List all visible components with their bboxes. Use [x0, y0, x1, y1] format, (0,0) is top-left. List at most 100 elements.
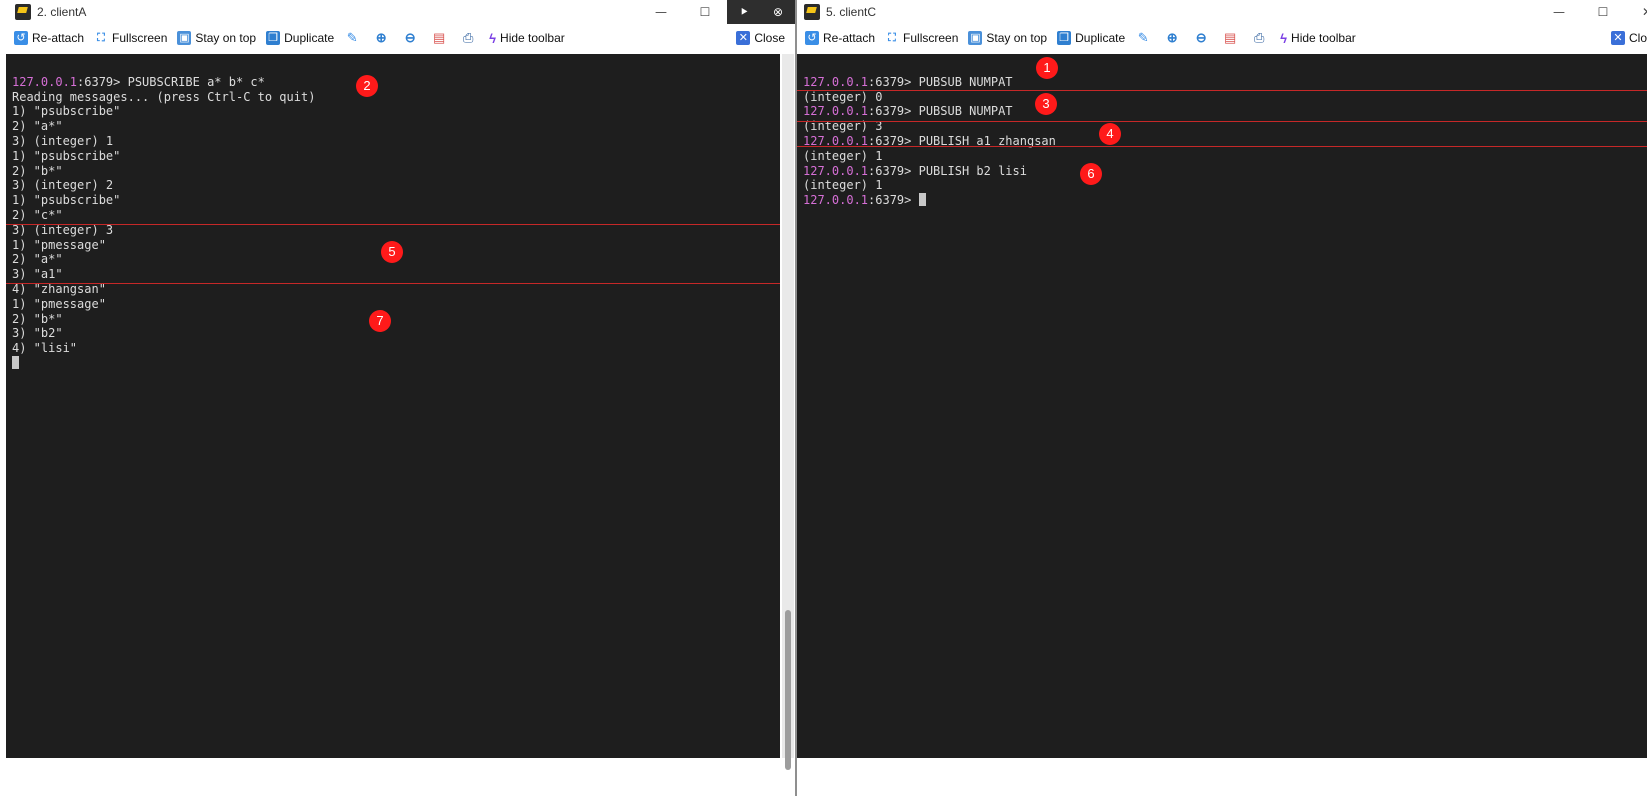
maximize-button[interactable]: ☐ [683, 0, 727, 24]
terminal-line: 4) "lisi" [12, 341, 78, 356]
client-a-window-controls: — ☐ ⯈ ⊗ [639, 0, 795, 24]
client-a-window: 2. clientA — ☐ ⯈ ⊗ ↺ Re-attach ⛶ Fullscree… [0, 0, 795, 796]
client-c-window-controls: — ☐ ✕ [1537, 0, 1647, 24]
close-icon: ✕ [1610, 31, 1625, 45]
terminal-line: 3) "a1" [12, 267, 63, 282]
command-text: :6379> PUBSUB NUMPAT [868, 104, 1013, 119]
client-c-toolbar: ↺ Re-attach ⛶ Fullscreen ▣ Stay on top ❐ Dup… [797, 26, 1647, 50]
client-c-output: 127.0.0.1:6379> PUBSUB NUMPAT (integer) … [803, 60, 1056, 208]
command-text: :6379> PUBLISH b2 lisi [868, 163, 1027, 178]
prompt-host: 127.0.0.1 [803, 163, 869, 178]
pin-icon[interactable]: ⯈ [727, 0, 761, 24]
client-a-output: 127.0.0.1:6379> PSUBSCRIBE a* b* c* Read… [12, 60, 315, 371]
prompt-host: 127.0.0.1 [12, 74, 78, 89]
terminal-cursor [918, 193, 926, 207]
close-circle-icon[interactable]: ⊗ [761, 0, 795, 24]
step-badge-7: 7 [369, 310, 391, 332]
reattach-icon: ↺ [14, 31, 28, 45]
duplicate-icon: ❐ [266, 31, 281, 45]
command-text: :6379> [868, 193, 919, 208]
separator-line [797, 121, 1647, 122]
terminal-line: (integer) 1 [803, 178, 883, 193]
terminal-app-icon [15, 4, 31, 20]
reattach-icon: ↺ [805, 31, 819, 45]
prompt-host: 127.0.0.1 [803, 193, 869, 208]
terminal-line: 127.0.0.1:6379> PUBLISH b2 lisi [803, 164, 1027, 178]
terminal-cursor [12, 355, 19, 369]
client-a-toolbar: ↺ Re-attach ⛶ Fullscreen ▣ Stay on top ❐ Dup… [0, 26, 795, 50]
duplicate-button[interactable]: ❐ Duplicate [266, 31, 334, 45]
fullscreen-button[interactable]: ⛶ Fullscreen [94, 31, 167, 45]
close-session-button[interactable]: ✕ Close [736, 26, 785, 50]
zoom-in-icon[interactable]: ⊕ [1164, 30, 1180, 45]
client-c-titlebar: 5. clientC — ☐ ✕ [797, 0, 1647, 24]
step-badge-3: 3 [1035, 93, 1057, 115]
separator-line [6, 283, 780, 284]
step-badge-2: 2 [356, 75, 378, 97]
terminal-line: 2) "a*" [12, 252, 63, 267]
hide-toolbar-button[interactable]: ϟ Hide toolbar [1280, 31, 1356, 46]
terminal-line: Reading messages... (press Ctrl-C to qui… [12, 89, 316, 104]
monitor-icon: ▣ [177, 31, 192, 45]
terminal-line: 2) "c*" [12, 207, 63, 222]
terminal-line: 127.0.0.1:6379> PSUBSCRIBE a* b* c* [12, 75, 265, 89]
separator-line [797, 90, 1647, 91]
command-text: :6379> PSUBSCRIBE a* b* c* [77, 74, 265, 89]
step-badge-6: 6 [1080, 163, 1102, 185]
close-window-button[interactable]: ✕ [1625, 0, 1647, 24]
minimize-button[interactable]: — [1537, 0, 1581, 24]
duplicate-button[interactable]: ❐ Duplicate [1057, 31, 1125, 45]
reattach-button[interactable]: ↺ Re-attach [805, 31, 875, 45]
separator-line [797, 146, 1647, 147]
edit-icon[interactable]: ✎ [1135, 30, 1151, 45]
print-icon[interactable]: ⎙ [460, 30, 476, 45]
close-session-button[interactable]: ✕Clos [1610, 26, 1647, 50]
client-a-terminal[interactable]: 127.0.0.1:6379> PSUBSCRIBE a* b* c* Read… [6, 54, 780, 758]
reattach-button[interactable]: ↺ Re-attach [14, 31, 84, 45]
terminal-app-icon [804, 4, 820, 20]
terminal-line: 127.0.0.1:6379> PUBSUB NUMPAT [803, 104, 1013, 118]
zoom-in-icon[interactable]: ⊕ [373, 30, 389, 45]
terminal-line: 1) "psubscribe" [12, 193, 121, 208]
prompt-host: 127.0.0.1 [803, 74, 869, 89]
terminal-line: 4) "zhangsan" [12, 281, 106, 296]
step-badge-4: 4 [1099, 123, 1121, 145]
stay-on-top-button[interactable]: ▣ Stay on top [177, 31, 256, 45]
hide-toolbar-button[interactable]: ϟ Hide toolbar [489, 31, 565, 46]
save-icon[interactable]: ▤ [431, 30, 447, 45]
lightning-icon: ϟ [489, 30, 497, 46]
terminal-line: 2) "b*" [12, 311, 63, 326]
fullscreen-icon: ⛶ [888, 32, 896, 44]
fullscreen-button[interactable]: ⛶ Fullscreen [885, 31, 958, 45]
terminal-line: 2) "b*" [12, 163, 63, 178]
terminal-line: 3) "b2" [12, 326, 63, 341]
stay-on-top-button[interactable]: ▣ Stay on top [968, 31, 1047, 45]
step-badge-5: 5 [381, 241, 403, 263]
minimize-button[interactable]: — [639, 0, 683, 24]
duplicate-icon: ❐ [1057, 31, 1072, 45]
scrollbar-thumb[interactable] [785, 610, 791, 770]
prompt-host: 127.0.0.1 [803, 104, 869, 119]
terminal-line: 1) "psubscribe" [12, 104, 121, 119]
terminal-line: (integer) 0 [803, 89, 883, 104]
terminal-line: 1) "psubscribe" [12, 148, 121, 163]
print-icon[interactable]: ⎙ [1251, 30, 1267, 45]
separator-line [6, 224, 780, 225]
terminal-line: 127.0.0.1:6379> [803, 193, 926, 207]
terminal-line: 127.0.0.1:6379> PUBSUB NUMPAT [803, 75, 1013, 89]
fullscreen-icon: ⛶ [97, 32, 105, 44]
save-icon[interactable]: ▤ [1222, 30, 1238, 45]
terminal-line: 3) (integer) 1 [12, 133, 114, 148]
zoom-out-icon[interactable]: ⊖ [1193, 30, 1209, 45]
terminal-line: 1) "pmessage" [12, 237, 106, 252]
command-text: :6379> PUBSUB NUMPAT [868, 74, 1013, 89]
terminal-line: 2) "a*" [12, 119, 63, 134]
client-c-terminal[interactable]: 127.0.0.1:6379> PUBSUB NUMPAT (integer) … [797, 54, 1647, 758]
edit-icon[interactable]: ✎ [344, 30, 360, 45]
client-c-window: 5. clientC — ☐ ✕ ↺Re-attach ⛶Fullscreen … [797, 0, 1647, 796]
client-a-scrollbar[interactable] [782, 54, 794, 770]
terminal-line: (integer) 1 [803, 148, 883, 163]
step-badge-1: 1 [1036, 57, 1058, 79]
zoom-out-icon[interactable]: ⊖ [402, 30, 418, 45]
maximize-button[interactable]: ☐ [1581, 0, 1625, 24]
